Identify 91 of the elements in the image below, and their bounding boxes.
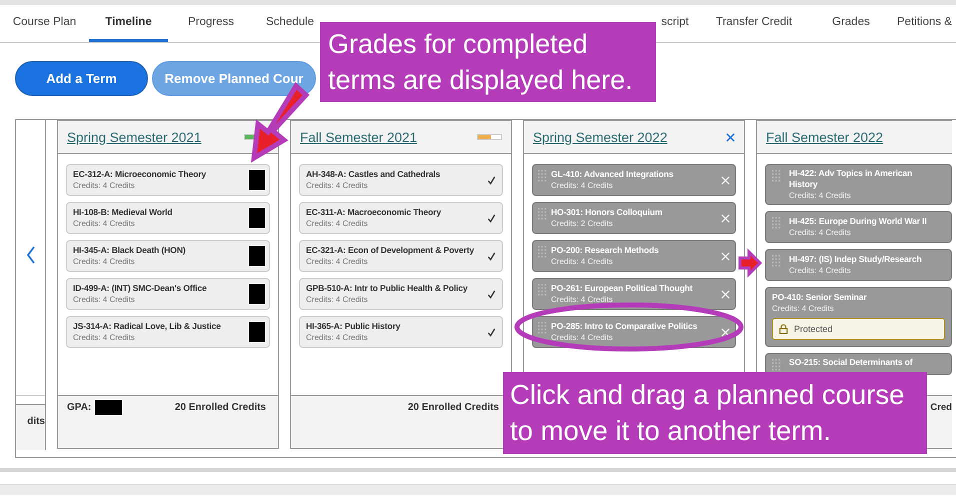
course-credits: Credits: 4 Credits <box>306 180 369 191</box>
course-card[interactable]: GPB-510-A: Intr to Public Health & Policy Credits: 4 Credits <box>299 278 503 310</box>
course-credits: Credits: 4 Credits <box>73 256 136 267</box>
enrolled-credits: dits <box>27 416 45 429</box>
drag-handle-icon[interactable] <box>538 246 547 258</box>
close-icon[interactable] <box>726 132 735 142</box>
course-card[interactable]: PO-410: Senior Seminar Credits: 4 Credits Protected <box>765 287 952 347</box>
course-credits: Credits: 4 Credits <box>789 227 852 238</box>
course-credits: Credits: 4 Credits <box>551 180 614 191</box>
add-term-button[interactable]: Add a Term <box>15 61 148 96</box>
tab[interactable]: Schedule <box>260 5 320 42</box>
tab[interactable]: script <box>658 5 692 42</box>
drag-handle-icon[interactable] <box>538 208 547 220</box>
course-title: GPB-510-A: Intr to Public Health & Policy <box>306 283 468 294</box>
course-title: JS-314-A: Radical Love, Lib & Justice <box>73 321 222 332</box>
redacted-grade <box>249 322 265 342</box>
tab[interactable]: Petitions & <box>897 5 956 42</box>
redacted-grade <box>249 170 265 190</box>
course-card[interactable]: EC-321-A: Econ of Development & Poverty Credits: 4 Credits <box>299 240 503 272</box>
course-credits: Credits: 4 Credits <box>306 294 369 305</box>
course-card[interactable]: JS-314-A: Radical Love, Lib & Justice Credits: 4 Credits <box>66 316 270 348</box>
course-card[interactable]: EC-312-A: Microeconomic Theory Credits: 4 Credits <box>66 164 270 196</box>
course-title: PO-200: Research Methods <box>551 245 660 256</box>
badge-label: Protected <box>794 324 833 334</box>
course-card[interactable]: ID-499-A: (INT) SMC-Dean's Office Credits: 4 Credits <box>66 278 270 310</box>
enrolled-credits: Cred <box>930 402 952 414</box>
redacted-grade <box>249 246 265 266</box>
pointer-arrow <box>738 248 762 278</box>
course-title: HI-365-A: Public History <box>306 321 402 332</box>
check-icon <box>487 290 496 298</box>
course-title: EC-321-A: Econ of Development & Poverty <box>306 245 475 256</box>
course-title: GL-410: Advanced Integrations <box>551 169 674 180</box>
course-title: HI-425: Europe During World War II <box>789 216 928 227</box>
check-icon <box>487 176 496 184</box>
course-title: EC-312-A: Microeconomic Theory <box>73 169 208 180</box>
tab[interactable]: Transfer Credit <box>706 5 802 42</box>
drag-handle-icon[interactable] <box>538 284 547 296</box>
course-credits: Credits: 4 Credits <box>73 218 136 229</box>
course-credits: Credits: 4 Credits <box>306 218 369 229</box>
course-title: PO-410: Senior Seminar <box>772 292 868 303</box>
course-title: HI-108-B: Medieval World <box>73 207 174 218</box>
redacted-grade <box>249 284 265 304</box>
tab[interactable]: Timeline <box>89 5 168 42</box>
drag-handle-icon[interactable] <box>772 359 781 371</box>
course-credits: Credits: 4 Credits <box>789 265 852 276</box>
enrolled-credits: 20 Enrolled Credits <box>408 402 499 414</box>
redacted-gpa <box>95 400 122 415</box>
course-credits: Credits: 4 Credits <box>73 332 136 343</box>
enrolled-credits: 20 Enrolled Credits <box>174 402 266 414</box>
course-card[interactable]: HI-365-A: Public History Credits: 4 Credits <box>299 316 503 348</box>
drag-handle-icon[interactable] <box>772 255 781 267</box>
course-credits: Credits: 2 Credits <box>551 218 614 229</box>
drag-handle-icon[interactable] <box>538 170 547 182</box>
course-title: HI-345-A: Black Death (HON) <box>73 245 186 256</box>
check-icon <box>487 214 496 222</box>
course-title: ID-499-A: (INT) SMC-Dean's Office <box>73 283 208 294</box>
course-card[interactable]: AH-348-A: Castles and Cathedrals Credits: 4 Credits <box>299 164 503 196</box>
course-title: PO-261: European Political Thought <box>551 283 694 294</box>
course-title: SO-215: Social Determinants of <box>789 357 914 368</box>
drag-handle-icon[interactable] <box>772 217 781 229</box>
course-credits: Credits: 4 Credits <box>551 294 614 305</box>
course-credits: Credits: 4 Credits <box>789 190 852 201</box>
course-title: EC-311-A: Macroeconomic Theory <box>306 207 442 218</box>
course-credits: Credits: 4 Credits <box>772 303 835 314</box>
tab[interactable]: Progress <box>168 5 254 42</box>
drag-handle-icon[interactable] <box>772 170 781 182</box>
course-credits: Credits: 4 Credits <box>551 332 614 343</box>
course-credits: Credits: 4 Credits <box>306 256 369 267</box>
term-status-meter <box>477 134 502 140</box>
course-title: HI-422: Adv Topics in American History <box>789 168 914 190</box>
course-title: AH-348-A: Castles and Cathedrals <box>306 169 442 180</box>
gpa-label: GPA: <box>67 402 92 414</box>
course-credits: Credits: 4 Credits <box>73 180 136 191</box>
check-icon <box>487 252 496 260</box>
callout-tooltip: Grades for completed terms are displayed here. <box>320 22 656 102</box>
redacted-grade <box>249 208 265 228</box>
drag-handle-icon[interactable] <box>538 322 547 334</box>
course-title: HO-301: Honors Colloquium <box>551 207 664 218</box>
course-credits: Credits: 4 Credits <box>551 256 614 267</box>
course-title: HI-497: (IS) Indep Study/Research <box>789 254 923 265</box>
course-credits: Credits: 4 Credits <box>306 332 369 343</box>
course-card[interactable]: EC-311-A: Macroeconomic Theory Credits: 4 Credits <box>299 202 503 234</box>
tab[interactable]: Course Plan <box>0 5 89 42</box>
tab[interactable]: Grades <box>815 5 887 42</box>
callout-tooltip: Click and drag a planned course to move it to another term. <box>503 372 927 454</box>
course-card[interactable]: HI-345-A: Black Death (HON) Credits: 4 Credits <box>66 240 270 272</box>
course-card[interactable]: HI-108-B: Medieval World Credits: 4 Credits <box>66 202 270 234</box>
course-title: PO-285: Intro to Comparative Politics <box>551 321 698 332</box>
course-credits: Credits: 4 Credits <box>73 294 136 305</box>
check-icon <box>487 328 496 336</box>
lock-icon <box>779 324 788 334</box>
